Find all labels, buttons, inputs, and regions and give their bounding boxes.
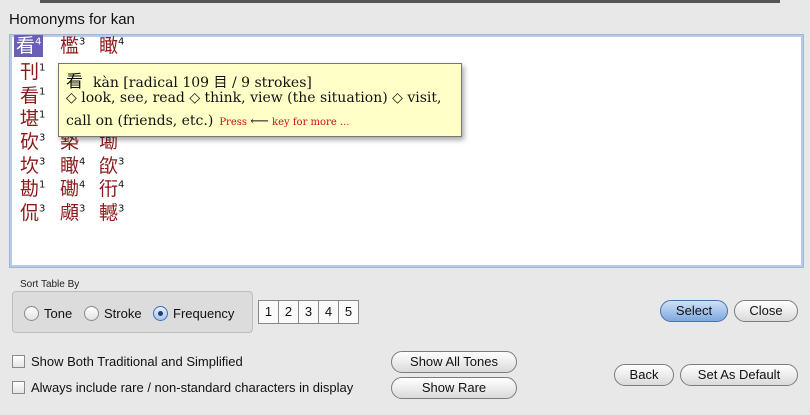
- char-tone: 3: [39, 156, 46, 168]
- char-tone: 3: [118, 203, 125, 215]
- char-tone: 4: [118, 179, 125, 191]
- char-cell[interactable]: 檻3: [60, 35, 85, 57]
- set-as-default-button[interactable]: Set As Default: [680, 364, 798, 386]
- radio-indicator[interactable]: [24, 306, 39, 321]
- char-tone: 1: [39, 179, 46, 191]
- tooltip-definition-line1: ◇ look, see, read ◇ think, view (the sit…: [66, 90, 442, 106]
- radio-tone[interactable]: Tone: [24, 306, 72, 321]
- checkbox-label: Show Both Traditional and Simplified: [31, 354, 243, 369]
- sort-group-label: Sort Table By: [20, 279, 80, 290]
- char-glyph: 看: [16, 35, 36, 57]
- window-top-edge: [40, 0, 780, 3]
- hint-press: Press: [219, 117, 248, 128]
- char-tone: 3: [39, 203, 46, 215]
- char-glyph: 欿: [99, 155, 119, 177]
- checkbox-box[interactable]: [12, 381, 25, 394]
- select-button[interactable]: Select: [660, 300, 728, 322]
- char-cell[interactable]: 顑3: [60, 202, 85, 224]
- tooltip-pinyin-radical: kàn [radical 109 目 / 9 strokes]: [93, 75, 312, 91]
- char-glyph: 侃: [20, 202, 40, 224]
- page-button-5[interactable]: 5: [338, 300, 359, 324]
- radio-indicator[interactable]: [84, 306, 99, 321]
- definition-tooltip: 看 kàn [radical 109 目 / 9 strokes] ◇ look,…: [58, 63, 462, 137]
- char-tone: 3: [79, 203, 86, 215]
- char-cell[interactable]: 刊1: [20, 61, 45, 83]
- char-cell[interactable]: 瞰4: [99, 35, 124, 57]
- char-tone: 1: [39, 109, 46, 121]
- char-tone: 3: [118, 156, 125, 168]
- char-tone: 1: [39, 86, 46, 98]
- page-button-3[interactable]: 3: [298, 300, 319, 324]
- char-glyph: 瞰: [60, 155, 80, 177]
- tooltip-definition-line2: call on (friends, etc.) Press ⟵ key for m…: [66, 113, 349, 129]
- char-cell[interactable]: 轗3: [99, 202, 124, 224]
- char-cell[interactable]: 勘1: [20, 178, 45, 200]
- char-glyph: 衎: [99, 178, 119, 200]
- char-cell[interactable]: 欿3: [99, 155, 124, 177]
- char-glyph: 磡: [60, 178, 80, 200]
- page-button-1[interactable]: 1: [258, 300, 279, 324]
- char-cell[interactable]: 砍3: [20, 131, 45, 153]
- char-glyph: 坎: [20, 155, 40, 177]
- radio-label: Tone: [44, 306, 73, 321]
- char-tone: 4: [79, 156, 86, 168]
- hint-more: key for more ...: [272, 117, 350, 128]
- char-tone: 4: [79, 179, 86, 191]
- char-cell[interactable]: 衎4: [99, 178, 124, 200]
- left-arrow-icon: ⟵: [250, 114, 269, 129]
- char-tone: 4: [35, 36, 42, 48]
- char-glyph: 堪: [20, 108, 40, 130]
- char-glyph: 檻: [60, 35, 80, 57]
- char-cell[interactable]: 堪1: [20, 108, 45, 130]
- page-button-4[interactable]: 4: [318, 300, 339, 324]
- char-glyph: 顑: [60, 202, 80, 224]
- char-glyph: 轗: [99, 202, 119, 224]
- include-rare-checkbox[interactable]: Always include rare / non-standard chara…: [12, 380, 353, 395]
- tooltip-char: 看: [66, 72, 83, 92]
- char-tone: 3: [79, 36, 86, 48]
- show-rare-button[interactable]: Show Rare: [391, 377, 517, 399]
- char-glyph: 瞰: [99, 35, 119, 57]
- char-cell[interactable]: 侃3: [20, 202, 45, 224]
- tooltip-header: 看 kàn [radical 109 目 / 9 strokes]: [66, 67, 312, 92]
- radio-label: Stroke: [104, 306, 142, 321]
- close-button[interactable]: Close: [734, 300, 798, 322]
- radio-stroke[interactable]: Stroke: [84, 306, 142, 321]
- char-cell[interactable]: 看4: [14, 35, 44, 57]
- char-cell[interactable]: 坎3: [20, 155, 45, 177]
- char-cell[interactable]: 瞰4: [60, 155, 85, 177]
- checkbox-label: Always include rare / non-standard chara…: [31, 380, 354, 395]
- show-both-checkbox[interactable]: Show Both Traditional and Simplified: [12, 354, 243, 369]
- window-title: Homonyms for kan: [9, 11, 135, 28]
- char-cell[interactable]: 看1: [20, 85, 45, 107]
- show-all-tones-button[interactable]: Show All Tones: [391, 351, 517, 373]
- char-glyph: 勘: [20, 178, 40, 200]
- char-glyph: 刊: [20, 61, 40, 83]
- tooltip-definition-text: call on (friends, etc.): [66, 113, 214, 129]
- back-button[interactable]: Back: [614, 364, 674, 386]
- char-glyph: 看: [20, 85, 40, 107]
- radio-indicator-selected[interactable]: [153, 306, 168, 321]
- checkbox-box[interactable]: [12, 355, 25, 368]
- radio-label: Frequency: [173, 306, 235, 321]
- char-tone: 1: [39, 62, 46, 74]
- page-button-2[interactable]: 2: [278, 300, 299, 324]
- radio-frequency[interactable]: Frequency: [153, 306, 234, 321]
- char-glyph: 砍: [20, 131, 40, 153]
- char-tone: 4: [118, 36, 125, 48]
- char-tone: 3: [39, 132, 46, 144]
- char-cell[interactable]: 磡4: [60, 178, 85, 200]
- tooltip-hint: Press ⟵ key for more ...: [219, 114, 350, 129]
